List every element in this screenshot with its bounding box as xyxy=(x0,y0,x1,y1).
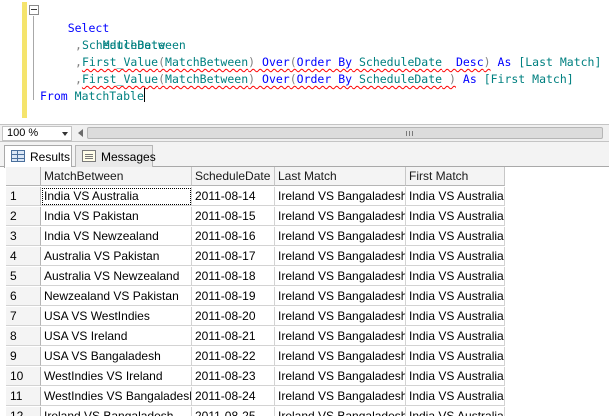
zoom-dropdown[interactable]: 100 % xyxy=(2,126,72,141)
row-number[interactable]: 3 xyxy=(6,227,41,246)
cell-first-match[interactable]: India VS Australia xyxy=(406,307,505,326)
cell-first-match[interactable]: India VS Australia xyxy=(406,327,505,346)
code-line-6: From MatchTable xyxy=(0,88,609,105)
cell-last-match[interactable]: Ireland VS Bangaladesh xyxy=(275,187,406,206)
cell-last-match[interactable]: Ireland VS Bangaladesh xyxy=(275,307,406,326)
row-number[interactable]: 7 xyxy=(6,307,41,326)
cell-matchbetween[interactable]: India VS Australia xyxy=(41,187,192,206)
column-scheduledate: ScheduleDate xyxy=(81,38,166,52)
cell-first-match[interactable]: India VS Australia xyxy=(406,227,505,246)
code-line-2: MatchBetween xyxy=(0,20,609,52)
cell-scheduledate[interactable]: 2011-08-17 xyxy=(192,247,275,266)
row-number[interactable]: 1 xyxy=(6,187,41,206)
cell-scheduledate[interactable]: 2011-08-16 xyxy=(192,227,275,246)
cell-scheduledate[interactable]: 2011-08-18 xyxy=(192,267,275,286)
text-caret xyxy=(143,88,145,102)
code-line-4: ,First_Value(MatchBetween) Over(Order By… xyxy=(75,55,602,69)
cell-first-match[interactable]: India VS Australia xyxy=(406,407,505,416)
sql-editor[interactable]: Select MatchBetween ,ScheduleDate ,First… xyxy=(0,0,609,124)
column-header[interactable]: First Match xyxy=(406,167,505,186)
code-line-1: Select xyxy=(0,3,609,35)
row-number[interactable]: 10 xyxy=(6,367,41,386)
row-number[interactable]: 6 xyxy=(6,287,41,306)
horizontal-scrollbar[interactable] xyxy=(78,126,607,141)
alias-first-match: [First Match] xyxy=(483,72,574,86)
cell-scheduledate[interactable]: 2011-08-25 xyxy=(192,407,275,416)
row-number[interactable]: 4 xyxy=(6,247,41,266)
cell-first-match[interactable]: India VS Australia xyxy=(406,387,505,406)
row-number[interactable]: 5 xyxy=(6,267,41,286)
cell-matchbetween[interactable]: Ireland VS Bangaladesh xyxy=(41,407,192,416)
cell-last-match[interactable]: Ireland VS Bangaladesh xyxy=(275,227,406,246)
row-number[interactable]: 11 xyxy=(6,387,41,406)
cell-first-match[interactable]: India VS Australia xyxy=(406,187,505,206)
zoom-value: 100 % xyxy=(7,127,39,139)
cell-scheduledate[interactable]: 2011-08-14 xyxy=(192,187,275,206)
cell-scheduledate[interactable]: 2011-08-20 xyxy=(192,307,275,326)
cell-matchbetween[interactable]: USA VS Ireland xyxy=(41,327,192,346)
cell-first-match[interactable]: India VS Australia xyxy=(406,247,505,266)
cell-matchbetween[interactable]: WestIndies VS Ireland xyxy=(41,367,192,386)
cell-scheduledate[interactable]: 2011-08-22 xyxy=(192,347,275,366)
corner-cell[interactable] xyxy=(6,167,41,186)
cell-first-match[interactable]: India VS Australia xyxy=(406,287,505,306)
tab-results[interactable]: Results xyxy=(4,145,72,168)
grip-icon xyxy=(406,131,414,136)
cell-scheduledate[interactable]: 2011-08-15 xyxy=(192,207,275,226)
cell-matchbetween[interactable]: India VS Newzealand xyxy=(41,227,192,246)
cell-last-match[interactable]: Ireland VS Bangaladesh xyxy=(275,247,406,266)
cell-last-match[interactable]: Ireland VS Bangaladesh xyxy=(275,287,406,306)
cell-scheduledate[interactable]: 2011-08-24 xyxy=(192,387,275,406)
cell-last-match[interactable]: Ireland VS Bangaladesh xyxy=(275,267,406,286)
column-header[interactable]: MatchBetween xyxy=(41,167,192,186)
alias-last-match: [Last Match] xyxy=(518,55,602,69)
cell-scheduledate[interactable]: 2011-08-23 xyxy=(192,367,275,386)
cell-last-match[interactable]: Ireland VS Bangaladesh xyxy=(275,367,406,386)
column-header[interactable]: Last Match xyxy=(275,167,406,186)
cell-matchbetween[interactable]: Newzealand VS Pakistan xyxy=(41,287,192,306)
keyword-from: From xyxy=(40,89,68,103)
code-line-5: ,First_Value(MatchBetween) Over(Order By… xyxy=(75,72,574,86)
code-line-3: ,ScheduleDate xyxy=(75,38,166,52)
scroll-left-icon[interactable] xyxy=(78,129,83,137)
grid-icon xyxy=(11,150,25,162)
cell-last-match[interactable]: Ireland VS Bangaladesh xyxy=(275,207,406,226)
cell-matchbetween[interactable]: Australia VS Newzealand xyxy=(41,267,192,286)
function-first-value: First_Value xyxy=(81,72,159,86)
cell-matchbetween[interactable]: USA VS WestIndies xyxy=(41,307,192,326)
message-icon xyxy=(82,150,96,162)
scrollbar-thumb[interactable] xyxy=(87,127,603,139)
cell-last-match[interactable]: Ireland VS Bangaladesh xyxy=(275,387,406,406)
cell-first-match[interactable]: India VS Australia xyxy=(406,267,505,286)
cell-scheduledate[interactable]: 2011-08-21 xyxy=(192,327,275,346)
cell-matchbetween[interactable]: WestIndies VS Bangaladesh xyxy=(41,387,192,406)
column-header[interactable]: ScheduleDate xyxy=(192,167,275,186)
cell-last-match[interactable]: Ireland VS Bangaladesh xyxy=(275,347,406,366)
row-number[interactable]: 9 xyxy=(6,347,41,366)
row-number[interactable]: 2 xyxy=(6,207,41,226)
results-tab-strip: Results Messages xyxy=(0,142,609,168)
cell-matchbetween[interactable]: USA VS Bangaladesh xyxy=(41,347,192,366)
chevron-down-icon xyxy=(62,132,68,136)
tab-messages[interactable]: Messages xyxy=(75,145,156,167)
function-first-value: First_Value xyxy=(81,55,159,69)
results-grid[interactable]: MatchBetween ScheduleDate Last Match Fir… xyxy=(6,167,509,416)
cell-first-match[interactable]: India VS Australia xyxy=(406,347,505,366)
row-number[interactable]: 12 xyxy=(6,407,41,416)
editor-status-bar: 100 % xyxy=(0,124,609,142)
cell-last-match[interactable]: Ireland VS Bangaladesh xyxy=(275,407,406,416)
cell-last-match[interactable]: Ireland VS Bangaladesh xyxy=(275,327,406,346)
cell-first-match[interactable]: India VS Australia xyxy=(406,207,505,226)
cell-matchbetween[interactable]: Australia VS Pakistan xyxy=(41,247,192,266)
cell-first-match[interactable]: India VS Australia xyxy=(406,367,505,386)
row-number[interactable]: 8 xyxy=(6,327,41,346)
table-matchtable: MatchTable xyxy=(74,89,144,103)
cell-matchbetween[interactable]: India VS Pakistan xyxy=(41,207,192,226)
cell-scheduledate[interactable]: 2011-08-19 xyxy=(192,287,275,306)
